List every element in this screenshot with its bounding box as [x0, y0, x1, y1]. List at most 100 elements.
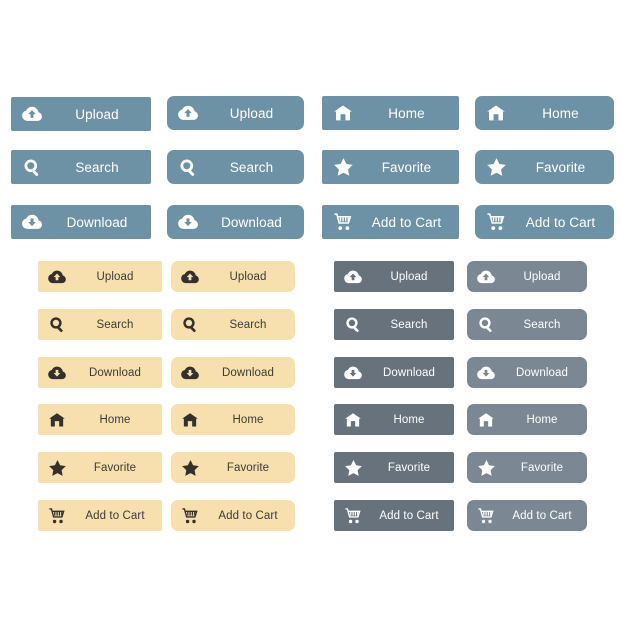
button-label: Upload [390, 270, 428, 283]
cloud-download-icon [11, 213, 53, 231]
button-label: Download [89, 366, 141, 379]
button-label: Download [66, 214, 128, 230]
button-search-slate-square[interactable]: Search [11, 150, 151, 184]
cloud-download-icon [167, 213, 209, 231]
button-label: Upload [229, 270, 267, 283]
button-search-slate-rounded[interactable]: Search [167, 150, 304, 184]
button-favorite-cream-rounded[interactable]: Favorite [171, 452, 295, 483]
button-download-slate-rounded[interactable]: Download [167, 205, 304, 239]
home-icon [38, 412, 76, 428]
button-label: Search [229, 159, 274, 175]
star-icon [322, 157, 364, 177]
button-favorite-grey-rounded[interactable]: Favorite [467, 452, 587, 483]
search-icon [38, 316, 76, 333]
button-label: Favorite [520, 461, 564, 474]
search-icon [167, 158, 209, 177]
star-icon [475, 157, 517, 177]
home-icon [322, 104, 364, 122]
home-icon [475, 104, 517, 122]
button-label: Upload [75, 106, 119, 122]
button-download-cream-rounded[interactable]: Download [171, 357, 295, 388]
home-icon [467, 412, 505, 428]
button-search-cream-rounded[interactable]: Search [171, 309, 295, 340]
button-add-to-cart-grey-square[interactable]: Add to Cart [334, 500, 454, 531]
button-label: Add to Cart [512, 509, 572, 522]
button-home-grey-rounded[interactable]: Home [467, 404, 587, 435]
shopping-cart-icon [171, 507, 209, 525]
button-upload-grey-rounded[interactable]: Upload [467, 261, 587, 292]
cloud-upload-icon [11, 105, 53, 123]
button-add-to-cart-cream-rounded[interactable]: Add to Cart [171, 500, 295, 531]
search-icon [11, 158, 53, 177]
button-favorite-slate-square[interactable]: Favorite [322, 150, 459, 184]
shopping-cart-icon [467, 507, 505, 525]
button-home-slate-square[interactable]: Home [322, 96, 459, 130]
button-label: Add to Cart [371, 214, 442, 230]
button-label: Favorite [387, 461, 431, 474]
button-label: Favorite [93, 461, 137, 474]
button-label: Favorite [535, 159, 586, 175]
button-home-slate-rounded[interactable]: Home [475, 96, 614, 130]
button-upload-grey-square[interactable]: Upload [334, 261, 454, 292]
shopping-cart-icon [334, 507, 372, 525]
button-label: Download [383, 366, 435, 379]
button-home-grey-square[interactable]: Home [334, 404, 454, 435]
button-favorite-grey-square[interactable]: Favorite [334, 452, 454, 483]
button-download-grey-rounded[interactable]: Download [467, 357, 587, 388]
button-add-to-cart-slate-rounded[interactable]: Add to Cart [475, 205, 614, 239]
button-label: Favorite [381, 159, 432, 175]
shopping-cart-icon [38, 507, 76, 525]
button-label: Add to Cart [525, 214, 596, 230]
button-label: Upload [229, 105, 274, 121]
button-search-grey-rounded[interactable]: Search [467, 309, 587, 340]
button-home-cream-square[interactable]: Home [38, 404, 162, 435]
button-download-slate-square[interactable]: Download [11, 205, 151, 239]
button-kit-canvas: Upload Search Download Upload Search Dow… [0, 0, 626, 626]
button-label: Search [229, 318, 267, 331]
button-label: Download [222, 366, 274, 379]
button-search-cream-square[interactable]: Search [38, 309, 162, 340]
button-label: Add to Cart [218, 509, 278, 522]
cloud-download-icon [38, 365, 76, 381]
button-upload-slate-square[interactable]: Upload [11, 97, 151, 131]
button-search-grey-square[interactable]: Search [334, 309, 454, 340]
button-label: Home [542, 105, 579, 121]
cloud-upload-icon [38, 269, 76, 285]
button-download-cream-square[interactable]: Download [38, 357, 162, 388]
star-icon [171, 459, 209, 477]
button-label: Favorite [226, 461, 270, 474]
star-icon [467, 459, 505, 477]
button-label: Home [393, 413, 425, 426]
cloud-upload-icon [171, 269, 209, 285]
button-label: Search [390, 318, 428, 331]
button-label: Search [523, 318, 561, 331]
search-icon [334, 316, 372, 333]
button-label: Search [96, 318, 134, 331]
button-add-to-cart-slate-square[interactable]: Add to Cart [322, 205, 459, 239]
button-label: Home [232, 413, 264, 426]
button-upload-cream-rounded[interactable]: Upload [171, 261, 295, 292]
button-home-cream-rounded[interactable]: Home [171, 404, 295, 435]
button-label: Upload [96, 270, 134, 283]
search-icon [171, 316, 209, 333]
button-label: Home [99, 413, 131, 426]
star-icon [334, 459, 372, 477]
button-favorite-cream-square[interactable]: Favorite [38, 452, 162, 483]
button-add-to-cart-grey-rounded[interactable]: Add to Cart [467, 500, 587, 531]
search-icon [467, 316, 505, 333]
shopping-cart-icon [322, 212, 364, 232]
button-label: Add to Cart [379, 509, 439, 522]
button-upload-cream-square[interactable]: Upload [38, 261, 162, 292]
cloud-upload-icon [167, 104, 209, 122]
button-download-grey-square[interactable]: Download [334, 357, 454, 388]
button-favorite-slate-rounded[interactable]: Favorite [475, 150, 614, 184]
button-label: Search [75, 159, 119, 175]
button-add-to-cart-cream-square[interactable]: Add to Cart [38, 500, 162, 531]
cloud-download-icon [171, 365, 209, 381]
button-label: Home [388, 105, 425, 121]
button-label: Download [221, 214, 282, 230]
button-upload-slate-rounded[interactable]: Upload [167, 96, 304, 130]
button-label: Add to Cart [85, 509, 145, 522]
cloud-upload-icon [467, 269, 505, 285]
cloud-upload-icon [334, 269, 372, 285]
